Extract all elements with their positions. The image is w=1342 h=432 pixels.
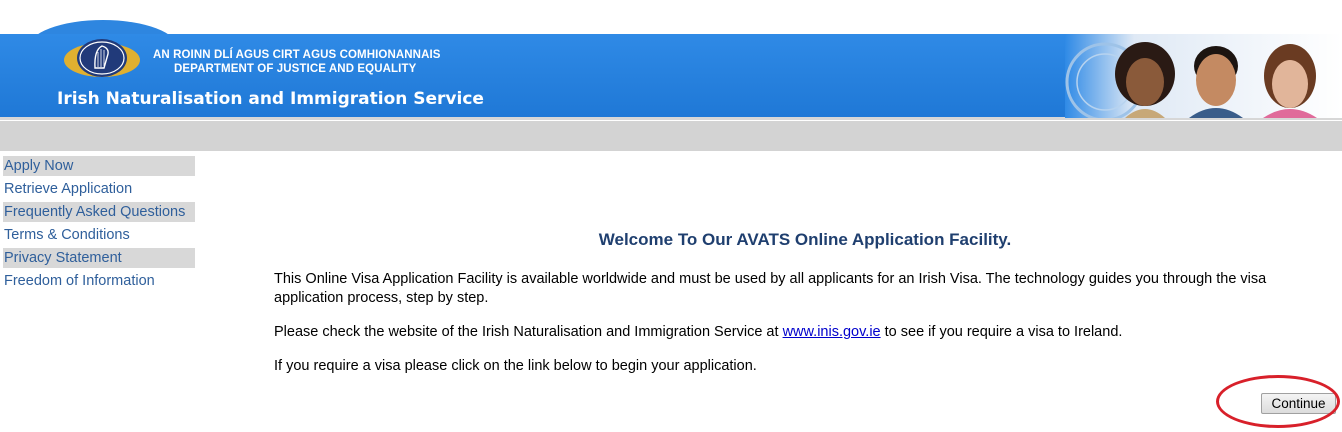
header-people-photo <box>1065 34 1342 118</box>
header-banner: AN ROINN DLÍ AGUS CIRT AGUS COMHIONANNAI… <box>0 0 1342 120</box>
department-name-english: DEPARTMENT OF JUSTICE AND EQUALITY <box>174 63 417 75</box>
service-title: Irish Naturalisation and Immigration Ser… <box>57 89 484 109</box>
page-title: Welcome To Our AVATS Online Application … <box>598 230 1012 249</box>
grey-toolbar-strip <box>0 121 1342 151</box>
department-name-irish: AN ROINN DLÍ AGUS CIRT AGUS COMHIONANNAI… <box>153 49 441 61</box>
visa-check-text-before: Please check the website of the Irish Na… <box>274 324 783 340</box>
sidebar-nav: Apply Now Retrieve Application Frequentl… <box>3 156 195 294</box>
continue-button[interactable]: Continue <box>1261 393 1336 414</box>
begin-application-paragraph: If you require a visa please click on th… <box>274 358 757 374</box>
visa-check-text-after: to see if you require a visa to Ireland. <box>880 324 1123 340</box>
sidebar-item-terms-conditions[interactable]: Terms & Conditions <box>3 225 195 245</box>
harp-crest-icon <box>64 39 140 77</box>
sidebar-item-faq[interactable]: Frequently Asked Questions <box>3 202 195 222</box>
inis-website-link[interactable]: www.inis.gov.ie <box>783 324 881 340</box>
sidebar-item-freedom-of-information[interactable]: Freedom of Information <box>3 271 195 291</box>
intro-paragraph: This Online Visa Application Facility is… <box>274 271 1267 306</box>
visa-check-paragraph: Please check the website of the Irish Na… <box>274 323 1324 342</box>
sidebar-item-apply-now[interactable]: Apply Now <box>3 156 195 176</box>
sidebar-item-privacy-statement[interactable]: Privacy Statement <box>3 248 195 268</box>
sidebar-item-retrieve-application[interactable]: Retrieve Application <box>3 179 195 199</box>
